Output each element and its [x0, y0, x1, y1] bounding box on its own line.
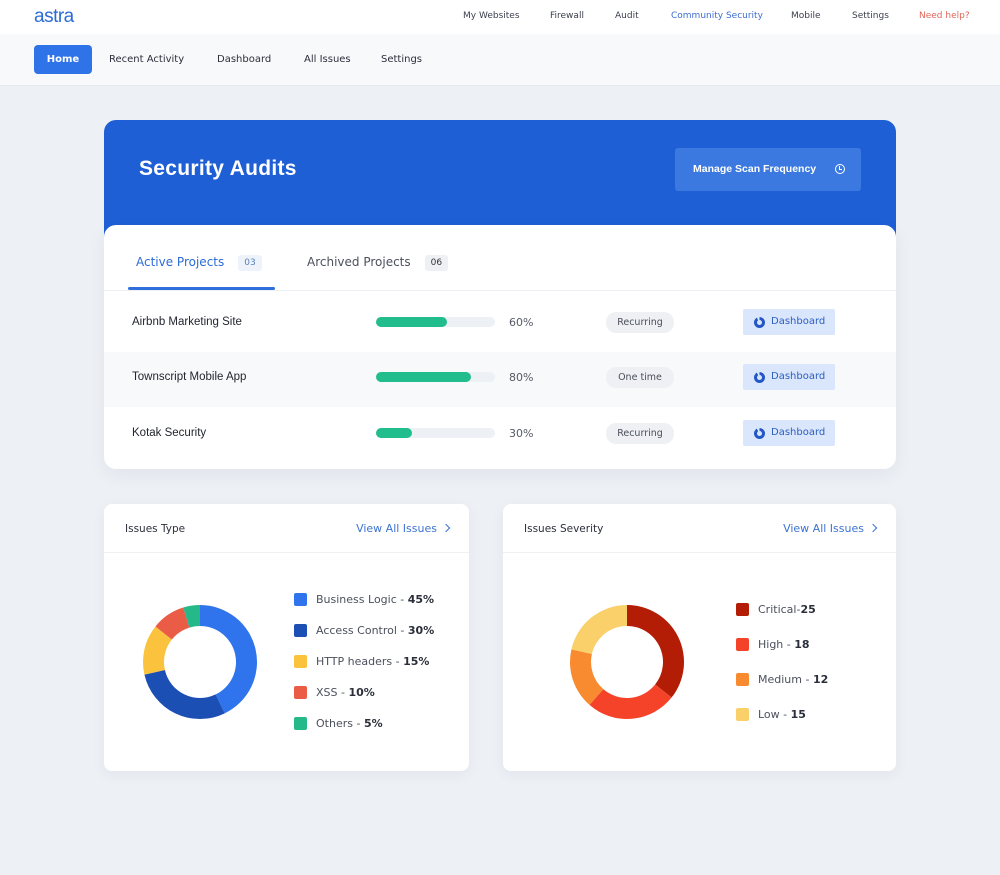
- pie-chart-icon: [754, 317, 765, 328]
- legend-value: 15%: [403, 655, 430, 668]
- legend-label: Others - 5%: [316, 717, 383, 730]
- subnav-settings[interactable]: Settings: [366, 45, 437, 74]
- link-label: View All Issues: [783, 522, 864, 535]
- legend-label: XSS - 10%: [316, 686, 375, 699]
- need-help-link[interactable]: Need help?: [919, 11, 970, 21]
- legend-value: 15: [790, 708, 806, 721]
- project-row[interactable]: Kotak Security 30% Recurring Dashboard: [104, 408, 896, 463]
- topnav-firewall[interactable]: Firewall: [550, 11, 584, 21]
- legend-swatch: [736, 638, 749, 651]
- card-header: Issues Severity View All Issues: [503, 504, 896, 553]
- legend-value: 25: [800, 603, 816, 616]
- tab-active-projects[interactable]: Active Projects 03: [136, 255, 262, 271]
- active-tab-indicator: [128, 287, 275, 290]
- progress-bar: [376, 428, 495, 438]
- topnav-mobile[interactable]: Mobile: [791, 11, 821, 21]
- subnav-recent-activity[interactable]: Recent Activity: [94, 45, 199, 74]
- progress-label: 30%: [509, 427, 534, 440]
- chevron-right-icon: [441, 523, 451, 533]
- legend-value: 10%: [348, 686, 375, 699]
- manage-scan-frequency-label: Manage Scan Frequency: [693, 163, 817, 175]
- legend-label: Critical-25: [758, 603, 816, 616]
- issues-severity-card: Issues Severity View All Issues Critical…: [503, 504, 896, 771]
- manage-scan-frequency-button[interactable]: Manage Scan Frequency: [675, 148, 861, 191]
- dashboard-label: Dashboard: [771, 316, 826, 327]
- legend-value: 45%: [407, 593, 435, 606]
- progress-label: 80%: [509, 371, 534, 384]
- legend-label: High - 18: [758, 638, 810, 651]
- legend-label: Medium - 12: [758, 673, 829, 686]
- legend-label: Access Control - 30%: [316, 624, 435, 637]
- issues-severity-donut: [570, 605, 684, 719]
- issues-type-donut: [143, 605, 257, 719]
- pie-chart-icon: [754, 372, 765, 383]
- legend-label: Business Logic - 45%: [316, 593, 435, 606]
- project-name[interactable]: Townscript Mobile App: [132, 371, 246, 383]
- project-tabs: Active Projects 03 Archived Projects 06: [104, 225, 896, 291]
- count-badge: 06: [424, 255, 449, 271]
- dashboard-button[interactable]: Dashboard: [743, 309, 835, 335]
- legend-label: Low - 15: [758, 708, 806, 721]
- legend-swatch: [294, 593, 307, 606]
- donut-slice-critical: [627, 605, 684, 698]
- astra-logo[interactable]: astra: [34, 6, 74, 28]
- view-all-issues-link[interactable]: View All Issues: [356, 522, 451, 535]
- legend-value: 12: [812, 673, 829, 686]
- card-header: Issues Type View All Issues: [104, 504, 469, 553]
- legend-swatch: [736, 673, 749, 686]
- progress-bar: [376, 317, 495, 327]
- topnav-audit[interactable]: Audit: [615, 11, 639, 21]
- project-row[interactable]: Townscript Mobile App 80% One time Dashb…: [104, 352, 896, 407]
- progress-fill: [376, 428, 412, 438]
- dashboard-button[interactable]: Dashboard: [743, 420, 835, 446]
- dashboard-label: Dashboard: [771, 427, 826, 438]
- legend-swatch: [294, 655, 307, 668]
- card-title: Issues Severity: [524, 523, 604, 535]
- topnav-my-websites[interactable]: My Websites: [463, 11, 520, 21]
- subnav-home[interactable]: Home: [34, 45, 92, 74]
- topnav-community-security[interactable]: Community Security: [671, 11, 763, 21]
- chevron-right-icon: [868, 523, 878, 533]
- issues-type-card: Issues Type View All Issues Business Log…: [104, 504, 469, 771]
- project-name[interactable]: Kotak Security: [132, 427, 206, 439]
- legend-swatch: [294, 717, 307, 730]
- donut-slice-access-control: [144, 670, 225, 719]
- progress-fill: [376, 372, 472, 382]
- dashboard-button[interactable]: Dashboard: [743, 364, 835, 390]
- tab-label: Active Projects: [136, 255, 225, 269]
- view-all-issues-link[interactable]: View All Issues: [783, 522, 878, 535]
- pie-chart-icon: [754, 428, 765, 439]
- legend-value: 18: [794, 638, 810, 651]
- clock-icon: [835, 164, 845, 174]
- legend-swatch: [294, 686, 307, 699]
- progress-label: 60%: [509, 316, 534, 329]
- donut-slice-low: [571, 605, 627, 654]
- legend-swatch: [294, 624, 307, 637]
- legend-swatch: [736, 708, 749, 721]
- progress-fill: [376, 317, 448, 327]
- subnav-all-issues[interactable]: All Issues: [289, 45, 366, 74]
- topnav-settings[interactable]: Settings: [852, 11, 889, 21]
- card-title: Issues Type: [125, 523, 186, 535]
- sub-navigation: Home Recent Activity Dashboard All Issue…: [0, 34, 1000, 86]
- project-row[interactable]: Airbnb Marketing Site 60% Recurring Dash…: [104, 297, 896, 352]
- legend-label: HTTP headers - 15%: [316, 655, 430, 668]
- top-bar: astra My Websites Firewall Audit Communi…: [0, 0, 1000, 34]
- tab-archived-projects[interactable]: Archived Projects 06: [307, 255, 449, 271]
- progress-bar: [376, 372, 495, 382]
- subnav-dashboard[interactable]: Dashboard: [202, 45, 286, 74]
- tab-label: Archived Projects: [307, 255, 411, 269]
- scan-type-badge: One time: [606, 367, 674, 388]
- count-badge: 03: [238, 255, 262, 271]
- scan-type-badge: Recurring: [606, 312, 674, 333]
- project-name[interactable]: Airbnb Marketing Site: [132, 316, 242, 328]
- legend-value: 30%: [407, 624, 435, 637]
- link-label: View All Issues: [356, 522, 437, 535]
- dashboard-label: Dashboard: [771, 371, 826, 382]
- projects-card: Active Projects 03 Archived Projects 06 Ai…: [104, 225, 896, 469]
- scan-type-badge: Recurring: [606, 423, 674, 444]
- legend-value: 5%: [363, 717, 383, 730]
- page-title: Security Audits: [139, 157, 297, 180]
- legend-swatch: [736, 603, 749, 616]
